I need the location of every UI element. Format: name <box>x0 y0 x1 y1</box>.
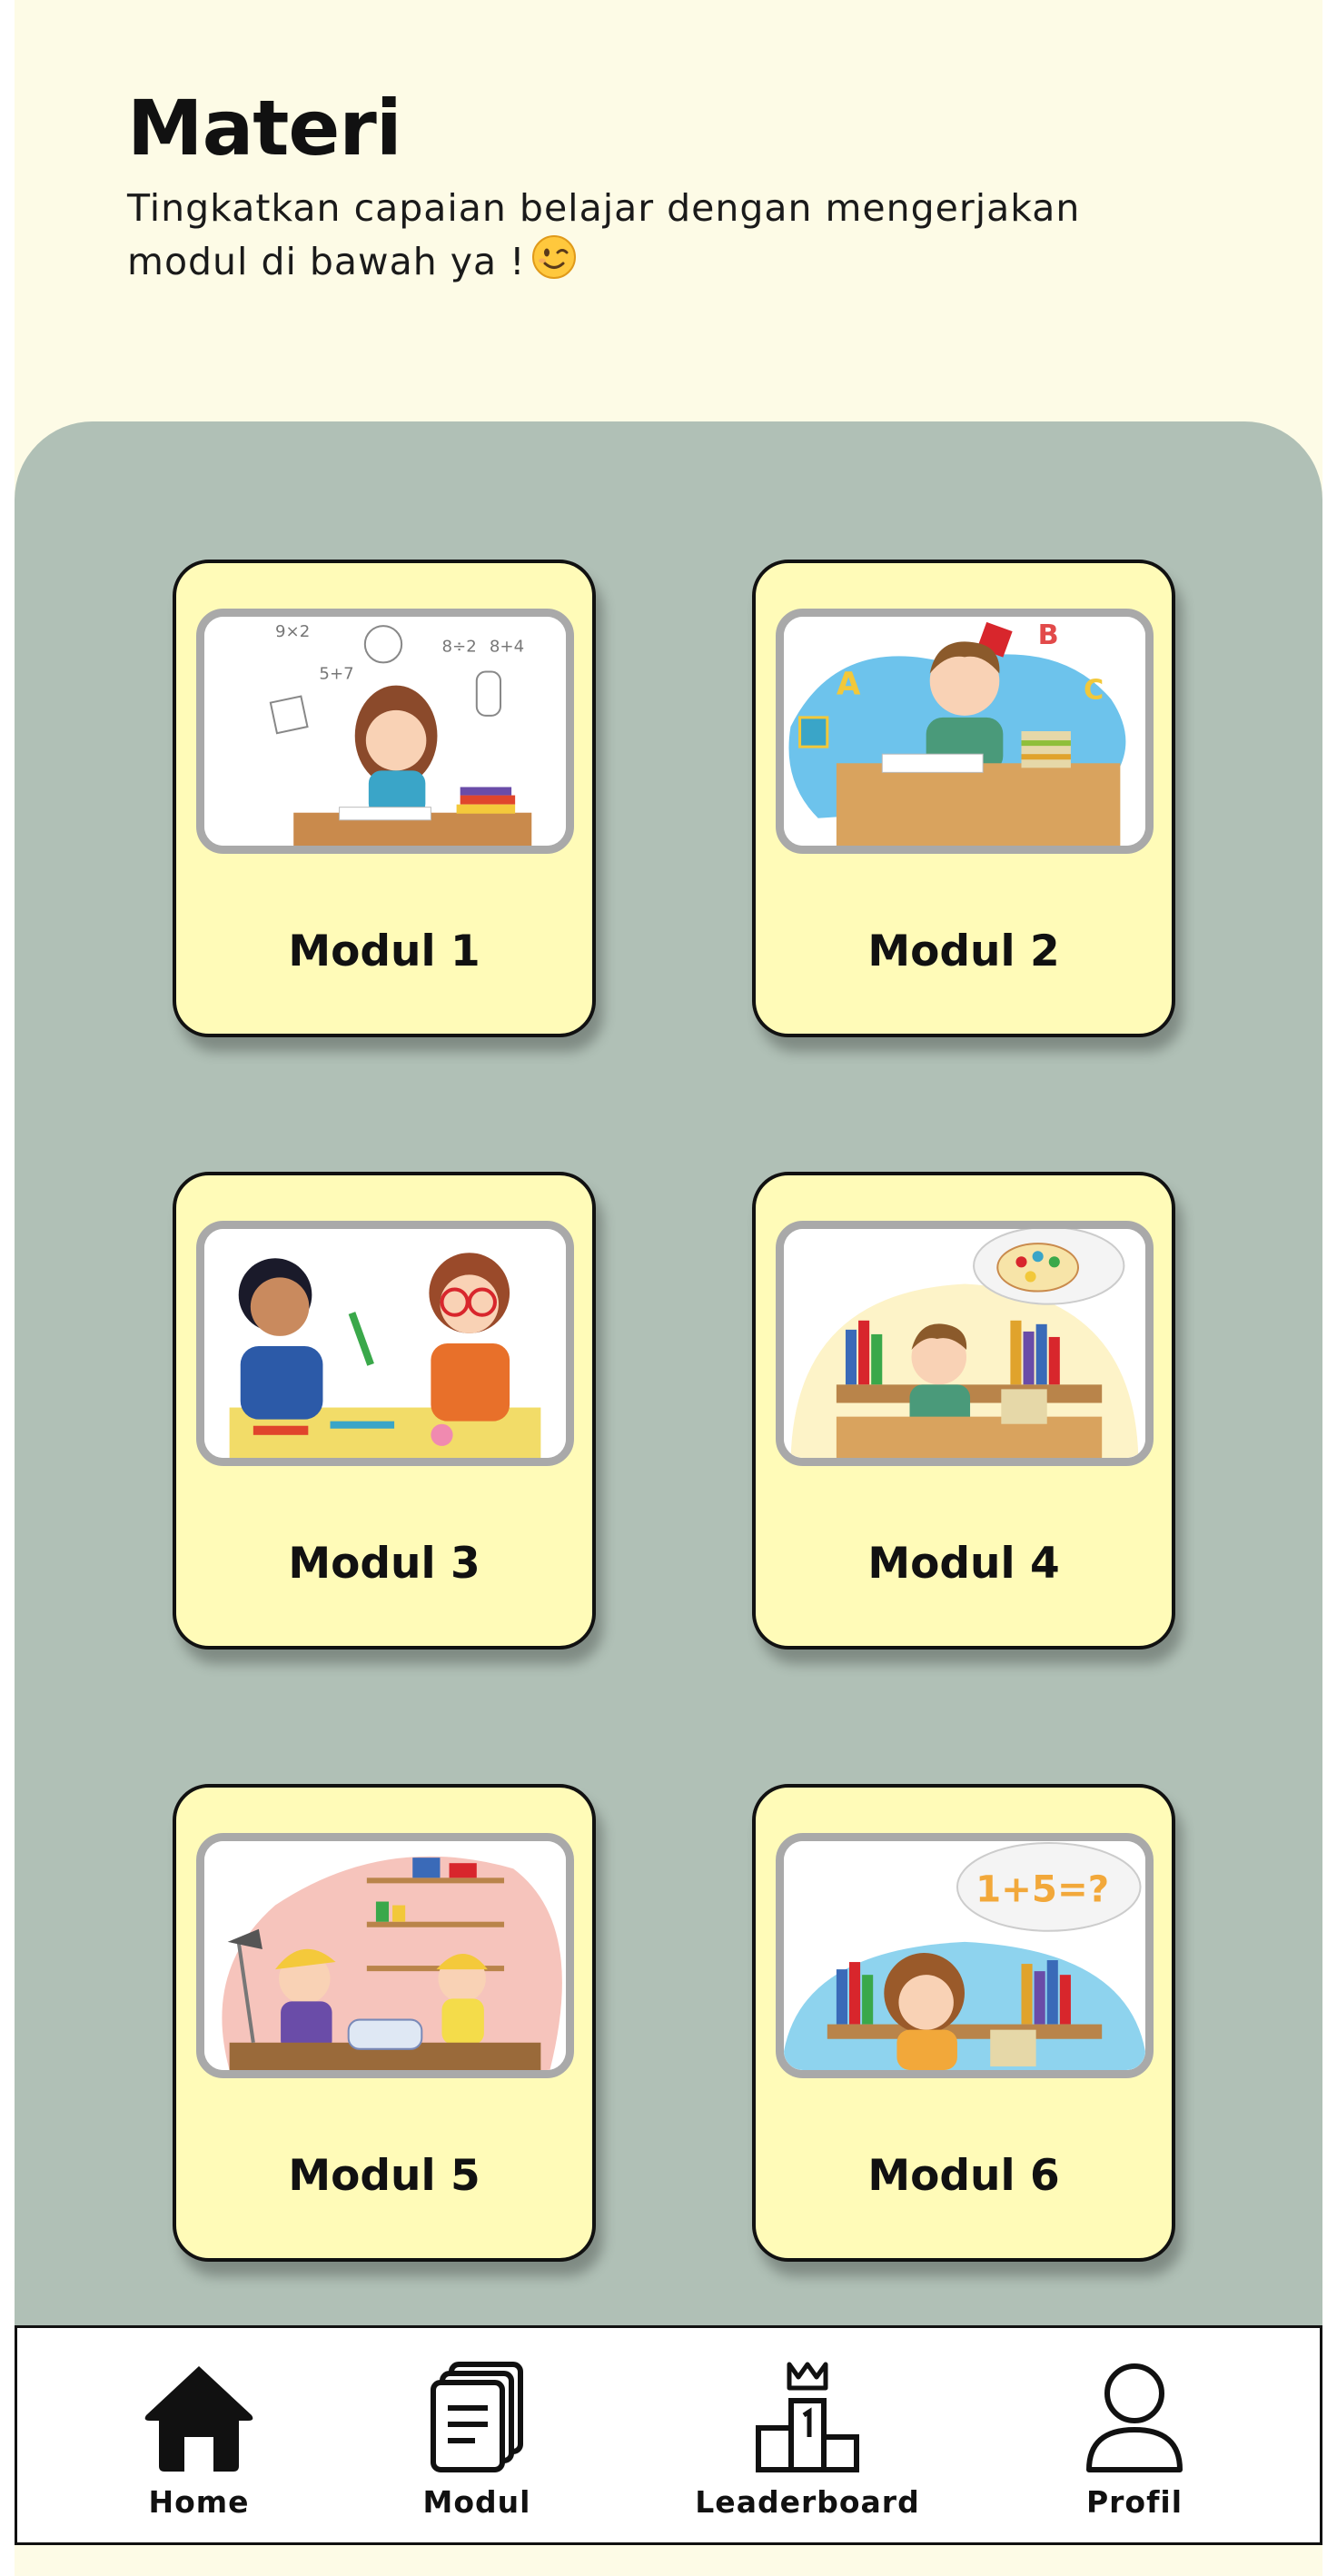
module-card-5[interactable]: Modul 5 <box>173 1784 596 2262</box>
doodle-text: 8+4 <box>490 637 524 656</box>
doodle-text: 9×2 <box>275 622 310 641</box>
doodle-text: 5+7 <box>319 665 353 684</box>
module-5-illustration <box>196 1833 574 2078</box>
nav-modul[interactable]: Modul <box>386 2328 568 2542</box>
module-card-label: Modul 3 <box>288 1539 480 1589</box>
module-4-illustration <box>776 1221 1154 1466</box>
letter-text: C <box>1084 675 1104 707</box>
nav-profil[interactable]: Profil <box>1044 2328 1225 2542</box>
bottom-nav: Home Modul Leaderboard Profil <box>15 2325 1322 2545</box>
module-card-4[interactable]: Modul 4 <box>752 1172 1175 1650</box>
module-card-label: Modul 4 <box>867 1539 1060 1589</box>
modules-panel: 9×2 5+7 8÷2 8+4 Modul 1 A B C Modul 2 Mo… <box>15 421 1322 2329</box>
module-card-label: Modul 6 <box>867 2151 1060 2201</box>
winking-face-icon <box>531 234 577 293</box>
nav-label: Modul <box>422 2484 531 2520</box>
nav-label: Leaderboard <box>695 2484 920 2520</box>
letter-text: A <box>837 667 861 703</box>
module-card-3[interactable]: Modul 3 <box>173 1172 596 1650</box>
module-2-illustration: A B C <box>776 609 1154 854</box>
module-card-label: Modul 1 <box>288 926 480 976</box>
page-title: Materi <box>127 84 402 173</box>
home-icon <box>144 2366 253 2472</box>
module-card-1[interactable]: 9×2 5+7 8÷2 8+4 Modul 1 <box>173 560 596 1037</box>
user-icon <box>1086 2363 1183 2472</box>
podium-crown-icon <box>756 2362 859 2472</box>
letter-text: B <box>1038 619 1059 651</box>
nav-label: Home <box>148 2484 250 2520</box>
page-subtitle: Tingkatkan capaian belajar dengan menger… <box>127 182 1163 293</box>
module-card-2[interactable]: A B C Modul 2 <box>752 560 1175 1037</box>
module-card-6[interactable]: 1+5=? Modul 6 <box>752 1784 1175 2262</box>
nav-leaderboard[interactable]: Leaderboard <box>689 2328 926 2542</box>
page: Materi Tingkatkan capaian belajar dengan… <box>15 0 1322 2576</box>
equation-text: 1+5=? <box>976 1868 1109 1911</box>
module-6-illustration: 1+5=? <box>776 1833 1154 2078</box>
documents-icon <box>431 2362 523 2472</box>
doodle-text: 8÷2 <box>441 637 476 656</box>
module-3-illustration <box>196 1221 574 1466</box>
nav-label: Profil <box>1085 2484 1183 2520</box>
subtitle-text: Tingkatkan capaian belajar dengan menger… <box>127 186 1081 283</box>
module-1-illustration: 9×2 5+7 8÷2 8+4 <box>196 609 574 854</box>
nav-home[interactable]: Home <box>108 2328 290 2542</box>
module-card-label: Modul 2 <box>867 926 1060 976</box>
module-card-label: Modul 5 <box>288 2151 480 2201</box>
